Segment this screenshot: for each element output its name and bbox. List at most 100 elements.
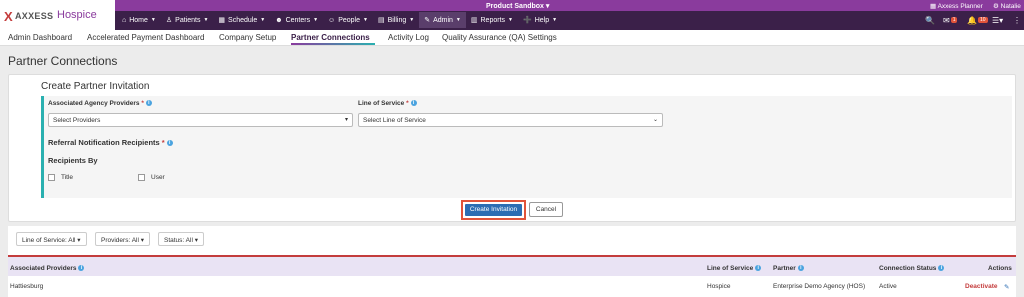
invitation-form (41, 96, 1012, 198)
people-icon: ☺ (328, 16, 336, 24)
panel-title: Create Partner Invitation (41, 81, 150, 92)
users-icon: ☻ (275, 16, 283, 24)
nav-patients[interactable]: ♙ Patients ▼ (161, 12, 214, 28)
title-checkbox[interactable]: Title (48, 174, 73, 181)
referral-label: Referral Notification Recipients * i (48, 138, 173, 147)
los-label-text: Line of Service (358, 100, 405, 107)
nav-schedule-label: Schedule (228, 16, 258, 24)
more-icon[interactable]: ⋮ (1013, 13, 1021, 27)
axxess-planner-link[interactable]: ▦ Axxess Planner (930, 2, 983, 10)
providers-label-text: Associated Agency Providers (48, 100, 140, 107)
page-title: Partner Connections (8, 54, 118, 68)
create-invitation-highlight: Create Invitation (461, 200, 526, 220)
title-checkbox-label: Title (61, 174, 74, 181)
col-actions: Actions (988, 265, 1012, 272)
providers-filter[interactable]: Providers: All ▾ (95, 232, 150, 246)
mail-badge: 1 (950, 17, 958, 23)
line-of-service-filter[interactable]: Line of Service: All ▾ (16, 232, 87, 246)
chevron-down-icon: ▼ (552, 17, 558, 23)
list-menu-icon[interactable]: ☰▾ (992, 13, 1003, 27)
nav-schedule[interactable]: ▦ Schedule ▼ (213, 12, 270, 28)
info-icon[interactable]: i (755, 265, 762, 272)
required-mark: * (161, 138, 165, 147)
nav-help-label: Help (534, 16, 550, 24)
nav-reports[interactable]: ▥ Reports ▼ (466, 12, 518, 28)
chevron-down-icon: ▼ (150, 17, 156, 23)
alerts-button[interactable]: 🔔 10 (967, 13, 988, 27)
logo-x: X (4, 9, 13, 24)
col-associated-providers[interactable]: Associated Providers i (10, 265, 85, 272)
mail-button[interactable]: ✉ 1 (943, 13, 958, 27)
info-icon[interactable]: i (797, 265, 804, 272)
col-line-of-service[interactable]: Line of Service i (707, 265, 762, 272)
table-header: Associated Providers i Line of Service i P… (8, 255, 1016, 276)
info-icon[interactable]: i (938, 265, 945, 272)
providers-label: Associated Agency Providers * i (48, 100, 152, 107)
required-mark: * (141, 100, 144, 107)
tab-company-setup[interactable]: Company Setup (219, 33, 276, 42)
col-connection-status[interactable]: Connection Status i (879, 265, 945, 272)
wrench-icon: ✎ (424, 17, 431, 24)
chart-icon: ▥ (470, 17, 478, 24)
los-select[interactable]: Select Line of Service ⌄ (358, 113, 663, 127)
user-checkbox[interactable]: User (138, 174, 165, 181)
chevron-down-icon: ▼ (508, 17, 513, 23)
chevron-down-icon: ▼ (409, 17, 415, 23)
chevron-down-icon: ▼ (203, 17, 209, 23)
referral-label-text: Referral Notification Recipients (48, 138, 160, 147)
info-icon[interactable]: i (166, 140, 173, 147)
help-icon: ➕ (522, 17, 532, 24)
user-name: Natalie (1000, 3, 1021, 10)
tab-admin-dashboard[interactable]: Admin Dashboard (8, 33, 72, 42)
col-associated-providers-label: Associated Providers (10, 265, 77, 272)
nav-home-label: Home (129, 16, 148, 24)
nav-admin[interactable]: ✎ Admin ▼ (419, 12, 466, 28)
user-checkbox-label: User (151, 174, 165, 181)
nav-billing-label: Billing (387, 16, 407, 24)
providers-select[interactable]: Select Providers ▾ (48, 113, 353, 127)
tab-accelerated-payment[interactable]: Accelerated Payment Dashboard (87, 33, 204, 42)
tab-activity-log[interactable]: Activity Log (388, 33, 429, 42)
user-menu[interactable]: ⚙ Natalie (993, 2, 1021, 10)
home-icon: ⌂ (122, 16, 127, 24)
info-icon[interactable]: i (78, 265, 85, 272)
main-nav: ⌂ Home ▼ ♙ Patients ▼ ▦ Schedule ▼ ☻ Centers ▼ ☺… (117, 12, 562, 30)
chevron-down-icon: ▾ (344, 117, 348, 123)
alerts-badge: 10 (977, 17, 988, 23)
nav-help[interactable]: ➕ Help ▼ (518, 12, 562, 28)
top-app-bar: X AXXESS Hospice Product Sandbox ▾ ▦ Axx… (0, 0, 1024, 30)
tab-qa-settings[interactable]: Quality Assurance (QA) Settings (442, 33, 557, 42)
logo-hospice: Hospice (57, 9, 97, 21)
nav-reports-label: Reports (480, 16, 506, 24)
info-icon[interactable]: i (145, 100, 152, 107)
col-partner[interactable]: Partner i (773, 265, 804, 272)
calendar-icon: ▦ (218, 17, 226, 24)
nav-home[interactable]: ⌂ Home ▼ (117, 12, 161, 28)
tab-partner-connections[interactable]: Partner Connections (291, 33, 370, 42)
status-filter[interactable]: Status: All ▾ (158, 232, 204, 246)
user-icon: ♙ (165, 17, 173, 24)
deactivate-link[interactable]: Deactivate (965, 283, 998, 290)
edit-icon[interactable]: ✎ (1004, 283, 1009, 291)
info-icon[interactable]: i (410, 100, 417, 107)
los-label: Line of Service * i (358, 100, 417, 107)
nav-people-label: People (338, 16, 360, 24)
axxess-hospice-logo[interactable]: X AXXESS Hospice (0, 0, 115, 30)
chevron-down-icon: ▼ (313, 17, 319, 23)
search-icon[interactable]: 🔍 (925, 13, 935, 27)
environment-selector[interactable]: Product Sandbox ▾ (486, 2, 549, 10)
row-status: Active (879, 283, 897, 290)
checkbox-box[interactable] (138, 174, 145, 181)
nav-centers-label: Centers (285, 16, 311, 24)
nav-people[interactable]: ☺ People ▼ (323, 12, 373, 28)
nav-centers[interactable]: ☻ Centers ▼ (270, 12, 323, 28)
chevron-down-icon: ▼ (362, 17, 368, 23)
nav-billing[interactable]: ▤ Billing ▼ (373, 12, 419, 28)
admin-subnav: Admin Dashboard Accelerated Payment Dash… (0, 30, 1024, 46)
checkbox-box[interactable] (48, 174, 55, 181)
row-line-of-service: Hospice (707, 283, 731, 290)
cancel-button[interactable]: Cancel (529, 202, 563, 217)
col-partner-label: Partner (773, 265, 796, 272)
chevron-down-icon: ⌄ (652, 117, 658, 123)
create-invitation-button[interactable]: Create Invitation (465, 204, 522, 216)
